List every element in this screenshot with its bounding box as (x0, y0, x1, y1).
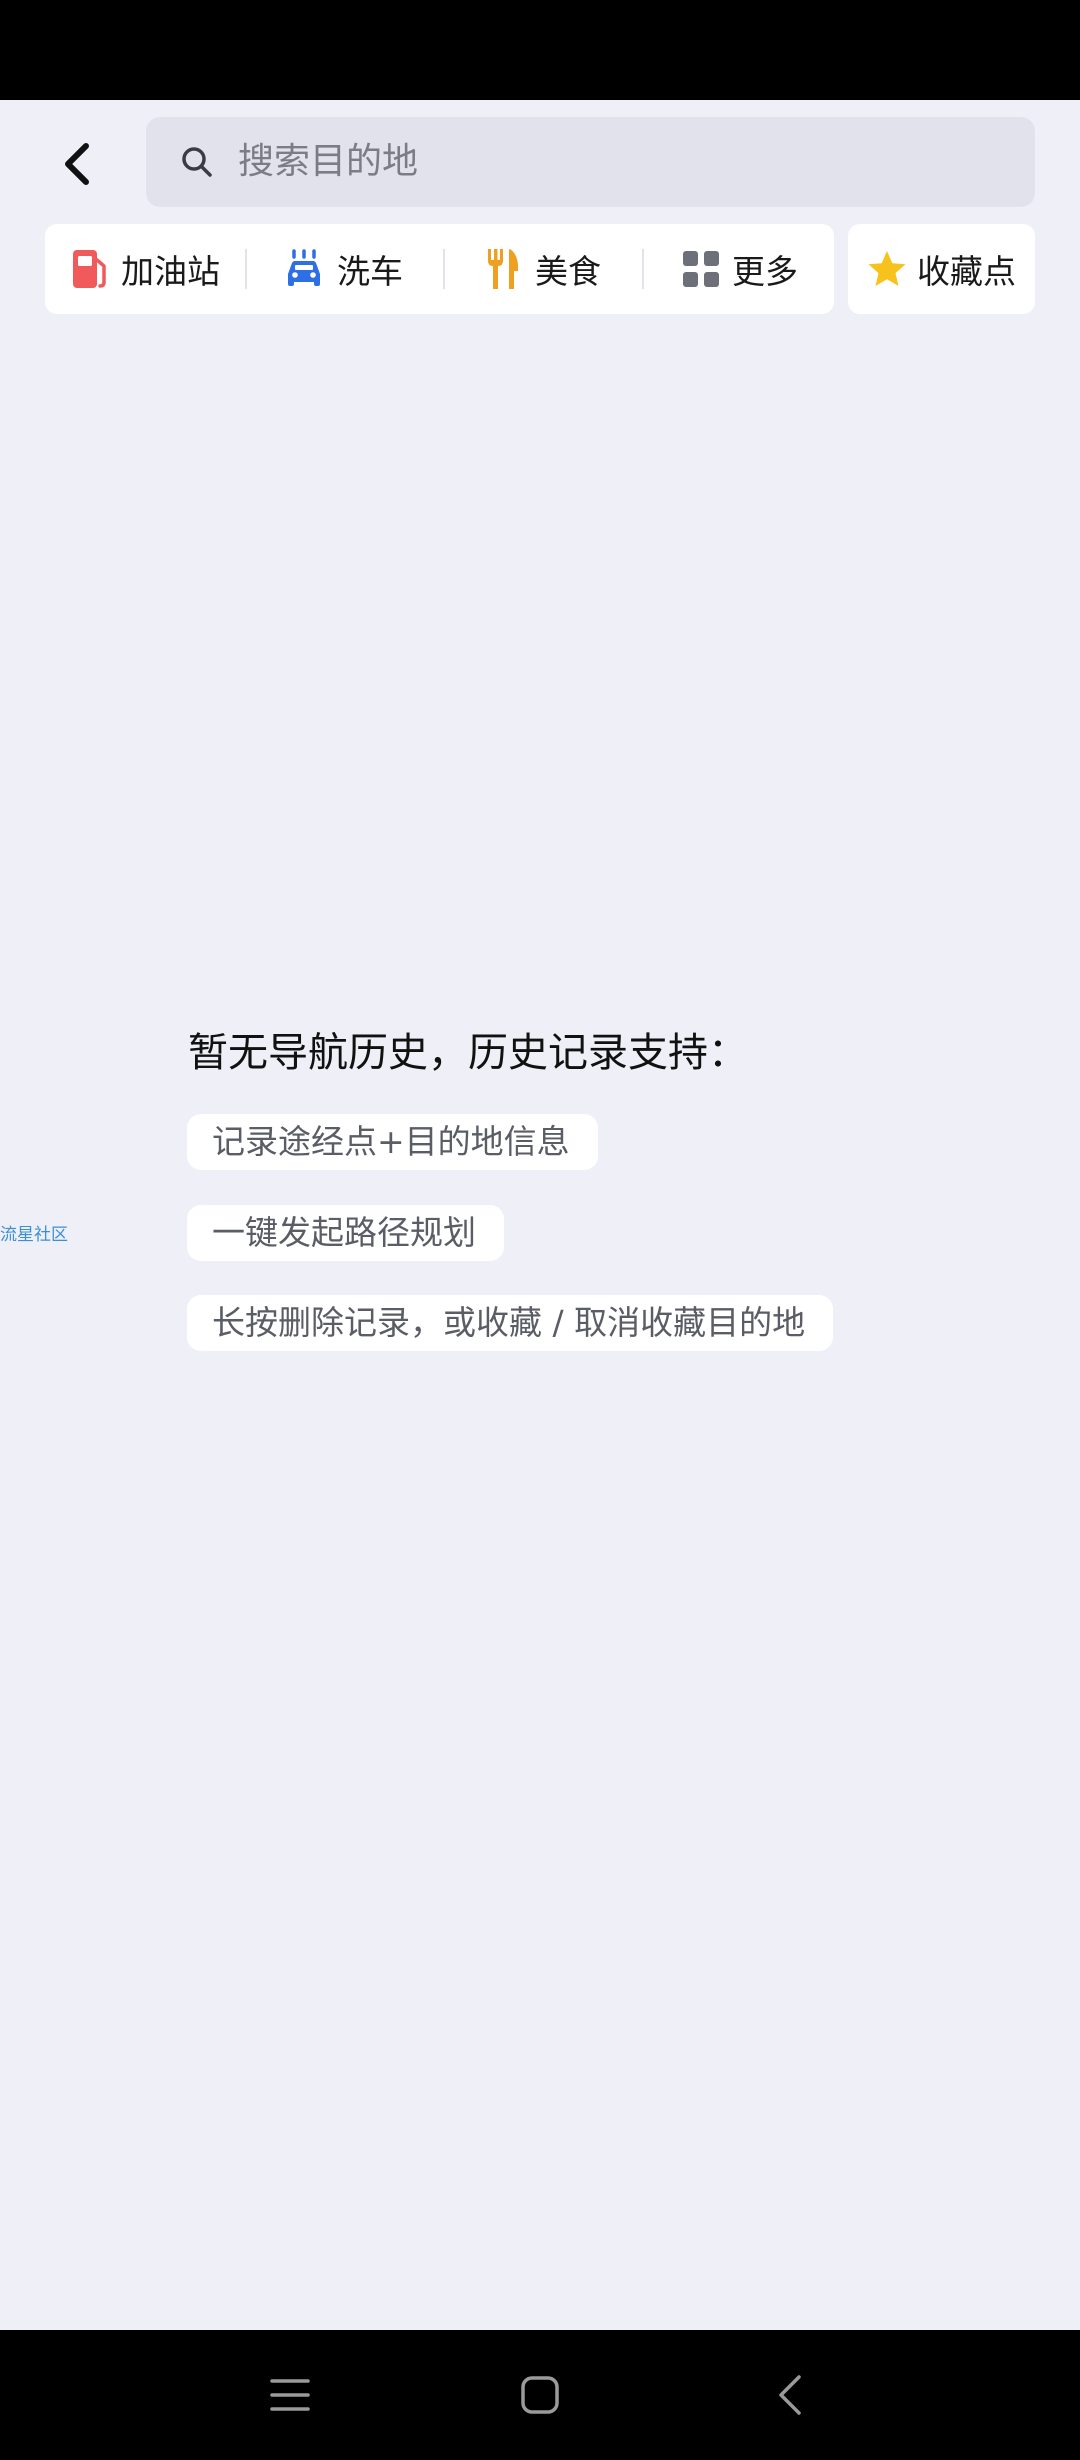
category-more[interactable]: 更多 (682, 224, 798, 314)
search-icon (182, 147, 212, 177)
category-gas-station[interactable]: 加油站 (69, 224, 220, 314)
category-label: 洗车 (337, 252, 403, 291)
search-input[interactable]: 搜索目的地 (146, 117, 1035, 207)
fuel-pump-icon (73, 250, 106, 288)
hamburger-icon (270, 2379, 310, 2411)
status-bar (0, 0, 1080, 100)
fork-knife-icon (488, 249, 519, 289)
favorites-label: 收藏点 (917, 252, 1016, 291)
watermark: 流星社区 (0, 1225, 68, 1245)
hint-item: 一键发起路径规划 (187, 1205, 504, 1261)
car-wash-icon (288, 249, 320, 286)
back-button[interactable] (40, 128, 112, 200)
category-label: 更多 (732, 252, 798, 291)
home-button[interactable] (500, 2355, 580, 2435)
home-square-icon (521, 2376, 559, 2414)
search-placeholder: 搜索目的地 (238, 141, 419, 182)
menu-button[interactable] (250, 2355, 330, 2435)
category-food[interactable]: 美食 (483, 224, 601, 314)
divider (245, 249, 247, 289)
divider (443, 249, 445, 289)
category-car-wash[interactable]: 洗车 (283, 224, 403, 314)
grid-icon (683, 251, 719, 287)
divider (642, 249, 644, 289)
category-label: 美食 (535, 252, 601, 291)
favorites-button[interactable]: 收藏点 (848, 224, 1035, 314)
chevron-left-icon (65, 143, 89, 185)
category-bar: 加油站 洗车 美食 更多 (45, 224, 834, 314)
empty-state-title: 暂无导航历史，历史记录支持： (188, 1030, 748, 1076)
system-back-button[interactable] (750, 2355, 830, 2435)
category-label: 加油站 (121, 252, 220, 291)
back-triangle-icon (779, 2375, 801, 2415)
hint-item: 记录途经点+目的地信息 (187, 1114, 598, 1170)
hint-item: 长按删除记录，或收藏 / 取消收藏目的地 (187, 1295, 834, 1351)
star-icon (868, 251, 906, 286)
